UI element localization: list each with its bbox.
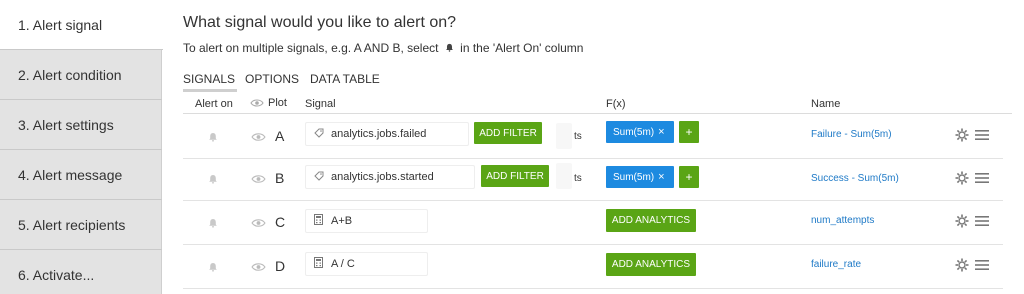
bell-icon[interactable]	[208, 262, 218, 272]
step-alert-recipients[interactable]: 5. Alert recipients	[0, 200, 162, 250]
signal-letter: B	[275, 170, 285, 186]
tag-icon	[314, 128, 325, 141]
signal-row-d: D A / C ADD ANALYTICS failure_rate	[183, 245, 1003, 289]
add-function-button[interactable]: +	[679, 121, 699, 143]
instructions-after: in the 'Alert On' column	[460, 41, 584, 55]
ts-label: ts	[574, 173, 582, 184]
calculator-icon	[314, 214, 325, 228]
formula-value: A / C	[331, 258, 355, 270]
step-alert-condition[interactable]: 2. Alert condition	[0, 50, 162, 100]
calculator-icon	[314, 257, 325, 271]
gear-icon[interactable]	[955, 128, 969, 142]
column-signal: Signal	[305, 98, 336, 110]
step-label: 5. Alert recipients	[18, 216, 126, 233]
column-name: Name	[811, 98, 841, 110]
signal-input[interactable]: analytics.jobs.failed	[305, 122, 469, 146]
signal-value: analytics.jobs.started	[331, 171, 434, 183]
eye-icon[interactable]	[251, 217, 266, 229]
tab-options[interactable]: OPTIONS	[245, 72, 299, 86]
drag-handle-icon[interactable]	[975, 215, 989, 227]
instructions-before: To alert on multiple signals, e.g. A AND…	[183, 41, 439, 55]
alert-signal-panel: What signal would you like to alert on? …	[183, 0, 1012, 294]
formula-input[interactable]: A / C	[305, 252, 428, 276]
fx-value: Sum(5m)	[613, 126, 655, 138]
add-filter-button[interactable]: ADD FILTER	[481, 165, 549, 187]
signal-letter: C	[275, 214, 286, 230]
drag-handle-icon[interactable]	[975, 172, 989, 184]
formula-input[interactable]: A+B	[305, 209, 428, 233]
signal-name[interactable]: Failure - Sum(5m)	[811, 129, 892, 140]
step-label: 4. Alert message	[18, 166, 123, 183]
eye-icon	[250, 99, 264, 107]
header-divider	[183, 113, 1012, 114]
fx-sum-pill[interactable]: Sum(5m) ×	[606, 166, 674, 188]
tab-data-table[interactable]: DATA TABLE	[310, 72, 380, 86]
step-alert-message[interactable]: 4. Alert message	[0, 150, 162, 200]
bell-icon	[445, 43, 454, 55]
ts-label: ts	[574, 131, 582, 142]
formula-value: A+B	[331, 215, 353, 227]
step-alert-settings[interactable]: 3. Alert settings	[0, 100, 162, 150]
signal-input[interactable]: analytics.jobs.started	[305, 165, 475, 189]
instructions-text: To alert on multiple signals, e.g. A AND…	[183, 41, 583, 55]
fx-sum-pill[interactable]: Sum(5m) ×	[606, 121, 674, 143]
drag-handle-icon[interactable]	[975, 129, 989, 141]
column-plot-header[interactable]: Plot	[250, 97, 287, 109]
eye-icon[interactable]	[251, 131, 266, 143]
add-analytics-button[interactable]: ADD ANALYTICS	[606, 253, 696, 276]
signal-letter: D	[275, 258, 286, 274]
add-analytics-button[interactable]: ADD ANALYTICS	[606, 209, 696, 232]
step-alert-signal[interactable]: 1. Alert signal	[0, 0, 163, 50]
ts-selector[interactable]	[556, 163, 572, 189]
eye-icon[interactable]	[251, 173, 266, 185]
gear-icon[interactable]	[955, 214, 969, 228]
fx-value: Sum(5m)	[613, 171, 655, 183]
signal-letter: A	[275, 128, 285, 144]
column-fx: F(x)	[606, 98, 626, 110]
wizard-steps-sidebar: 1. Alert signal 2. Alert condition 3. Al…	[0, 0, 163, 294]
add-filter-button[interactable]: ADD FILTER	[474, 122, 542, 144]
drag-handle-icon[interactable]	[975, 259, 989, 271]
signal-row-a: A analytics.jobs.failed ADD FILTER ts Su…	[183, 115, 1003, 159]
step-label: 3. Alert settings	[18, 116, 114, 133]
ts-selector[interactable]	[556, 123, 572, 149]
column-plot: Plot	[268, 97, 287, 109]
signal-name[interactable]: num_attempts	[811, 215, 874, 226]
column-alert-on: Alert on	[195, 98, 233, 110]
bell-icon[interactable]	[208, 174, 218, 184]
page-title: What signal would you like to alert on?	[183, 14, 457, 31]
close-icon[interactable]: ×	[658, 126, 664, 138]
signal-row-b: B analytics.jobs.started ADD FILTER ts S…	[183, 157, 1003, 201]
step-label: 6. Activate...	[18, 267, 95, 283]
step-label: 2. Alert condition	[18, 66, 122, 83]
signal-value: analytics.jobs.failed	[331, 128, 427, 140]
step-activate[interactable]: 6. Activate...	[0, 250, 162, 294]
add-function-button[interactable]: +	[679, 166, 699, 188]
signal-name[interactable]: failure_rate	[811, 259, 861, 270]
gear-icon[interactable]	[955, 258, 969, 272]
step-label: 1. Alert signal	[18, 16, 103, 33]
tab-signals[interactable]: SIGNALS	[183, 72, 238, 92]
gear-icon[interactable]	[955, 171, 969, 185]
signal-name[interactable]: Success - Sum(5m)	[811, 173, 899, 184]
tag-icon	[314, 171, 325, 184]
bell-icon[interactable]	[208, 218, 218, 228]
close-icon[interactable]: ×	[658, 171, 664, 183]
signal-row-c: C A+B ADD ANALYTICS num_attempts	[183, 201, 1003, 245]
eye-icon[interactable]	[251, 261, 266, 273]
bell-icon[interactable]	[208, 132, 218, 142]
